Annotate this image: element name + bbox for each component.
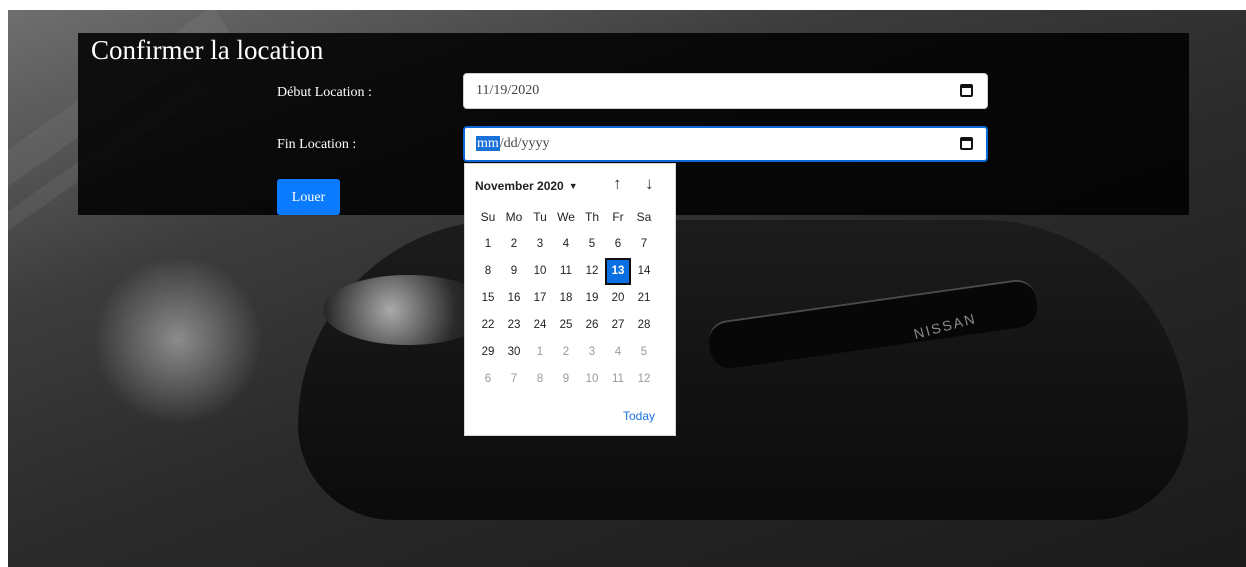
calendar-day[interactable]: 17 [527, 285, 553, 312]
date-picker-popup: November 2020 ▼ ↑ ↓ Su Mo Tu We Th Fr Sa 123456… [464, 163, 676, 436]
weekday-label: We [557, 210, 575, 224]
calendar-day[interactable]: 3 [527, 231, 553, 258]
calendar-day[interactable]: 12 [631, 366, 657, 393]
car-silhouette [298, 220, 1188, 520]
calendar-day[interactable]: 6 [475, 366, 501, 393]
calendar-day[interactable]: 18 [553, 285, 579, 312]
start-date-value: 11/19/2020 [476, 83, 540, 98]
calendar-week-row: 8 9 10 11 12 13 14 [475, 258, 657, 285]
calendar-day[interactable]: 11 [553, 258, 579, 285]
caret-down-icon: ▼ [568, 181, 578, 191]
weekday-label: Sa [636, 210, 652, 224]
calendar-week-row: 29 30 1 2 3 4 5 [475, 339, 657, 366]
weekday-label: Th [584, 210, 599, 224]
calendar-day[interactable]: 5 [631, 339, 657, 366]
calendar-day[interactable]: 25 [553, 312, 579, 339]
calendar-day[interactable]: 22 [475, 312, 501, 339]
end-date-label: Fin Location : [277, 137, 357, 152]
calendar-grid: Su Mo Tu We Th Fr Sa 1 2 3 4 5 6 7 8 9 10 11 12 13 14 15 16 17… [475, 204, 657, 393]
month-year-selector[interactable]: November 2020 ▼ [475, 179, 578, 193]
calendar-week-row: 15 16 17 18 19 20 21 [475, 285, 657, 312]
calendar-day[interactable]: 4 [553, 231, 579, 258]
calendar-day[interactable]: 15 [475, 285, 501, 312]
calendar-day[interactable]: 10 [527, 258, 553, 285]
calendar-day[interactable]: 20 [605, 285, 631, 312]
arrow-up-icon[interactable]: ↑ [613, 174, 622, 194]
calendar-day[interactable]: 16 [501, 285, 527, 312]
start-date-label: Début Location : [277, 85, 372, 100]
calendar-day[interactable]: 9 [501, 258, 527, 285]
calendar-day[interactable]: 19 [579, 285, 605, 312]
calendar-day[interactable]: 28 [631, 312, 657, 339]
calendar-day[interactable]: 2 [501, 231, 527, 258]
calendar-day[interactable]: 27 [605, 312, 631, 339]
calendar-week-row: 1234567 [475, 231, 657, 258]
calendar-icon[interactable] [960, 137, 973, 150]
today-button[interactable]: Today [623, 409, 655, 423]
calendar-day[interactable]: 8 [475, 258, 501, 285]
calendar-day[interactable]: 10 [579, 366, 605, 393]
date-rest-segments[interactable]: /dd/yyyy [500, 136, 550, 151]
calendar-week-row: 6 7 8 9 10 11 12 [475, 366, 657, 393]
weekday-label: Su [480, 210, 496, 224]
month-segment[interactable]: mm [476, 136, 500, 151]
calendar-day[interactable]: 12 [579, 258, 605, 285]
page-title: Confirmer la location [91, 35, 324, 65]
calendar-day[interactable]: 4 [605, 339, 631, 366]
weekday-label: Mo [505, 210, 523, 224]
calendar-day[interactable]: 21 [631, 285, 657, 312]
calendar-week-row: 22 23 24 25 26 27 28 [475, 312, 657, 339]
calendar-day[interactable]: 26 [579, 312, 605, 339]
calendar-day[interactable]: 3 [579, 339, 605, 366]
weekday-label: Fr [612, 210, 624, 224]
calendar-day[interactable]: 1 [527, 339, 553, 366]
calendar-day[interactable]: 24 [527, 312, 553, 339]
weekday-label: Tu [533, 210, 547, 224]
calendar-day[interactable]: 1 [475, 231, 501, 258]
calendar-day[interactable]: 30 [501, 339, 527, 366]
calendar-day[interactable]: 7 [631, 231, 657, 258]
calendar-day[interactable]: 8 [527, 366, 553, 393]
calendar-day-selected[interactable]: 13 [605, 258, 631, 285]
calendar-day[interactable]: 7 [501, 366, 527, 393]
calendar-day[interactable]: 9 [553, 366, 579, 393]
calendar-day[interactable]: 2 [553, 339, 579, 366]
rent-button[interactable]: Louer [277, 179, 340, 215]
start-date-input[interactable]: 11/19/2020 [463, 73, 988, 109]
calendar-icon[interactable] [960, 84, 973, 97]
arrow-down-icon[interactable]: ↓ [645, 174, 654, 194]
calendar-day[interactable]: 14 [631, 258, 657, 285]
calendar-day[interactable]: 23 [501, 312, 527, 339]
calendar-day[interactable]: 6 [605, 231, 631, 258]
calendar-day[interactable]: 29 [475, 339, 501, 366]
calendar-day[interactable]: 11 [605, 366, 631, 393]
weekday-header: Su Mo Tu We Th Fr Sa [475, 204, 657, 231]
end-date-input[interactable]: mm/dd/yyyy [463, 126, 988, 162]
calendar-day[interactable]: 5 [579, 231, 605, 258]
